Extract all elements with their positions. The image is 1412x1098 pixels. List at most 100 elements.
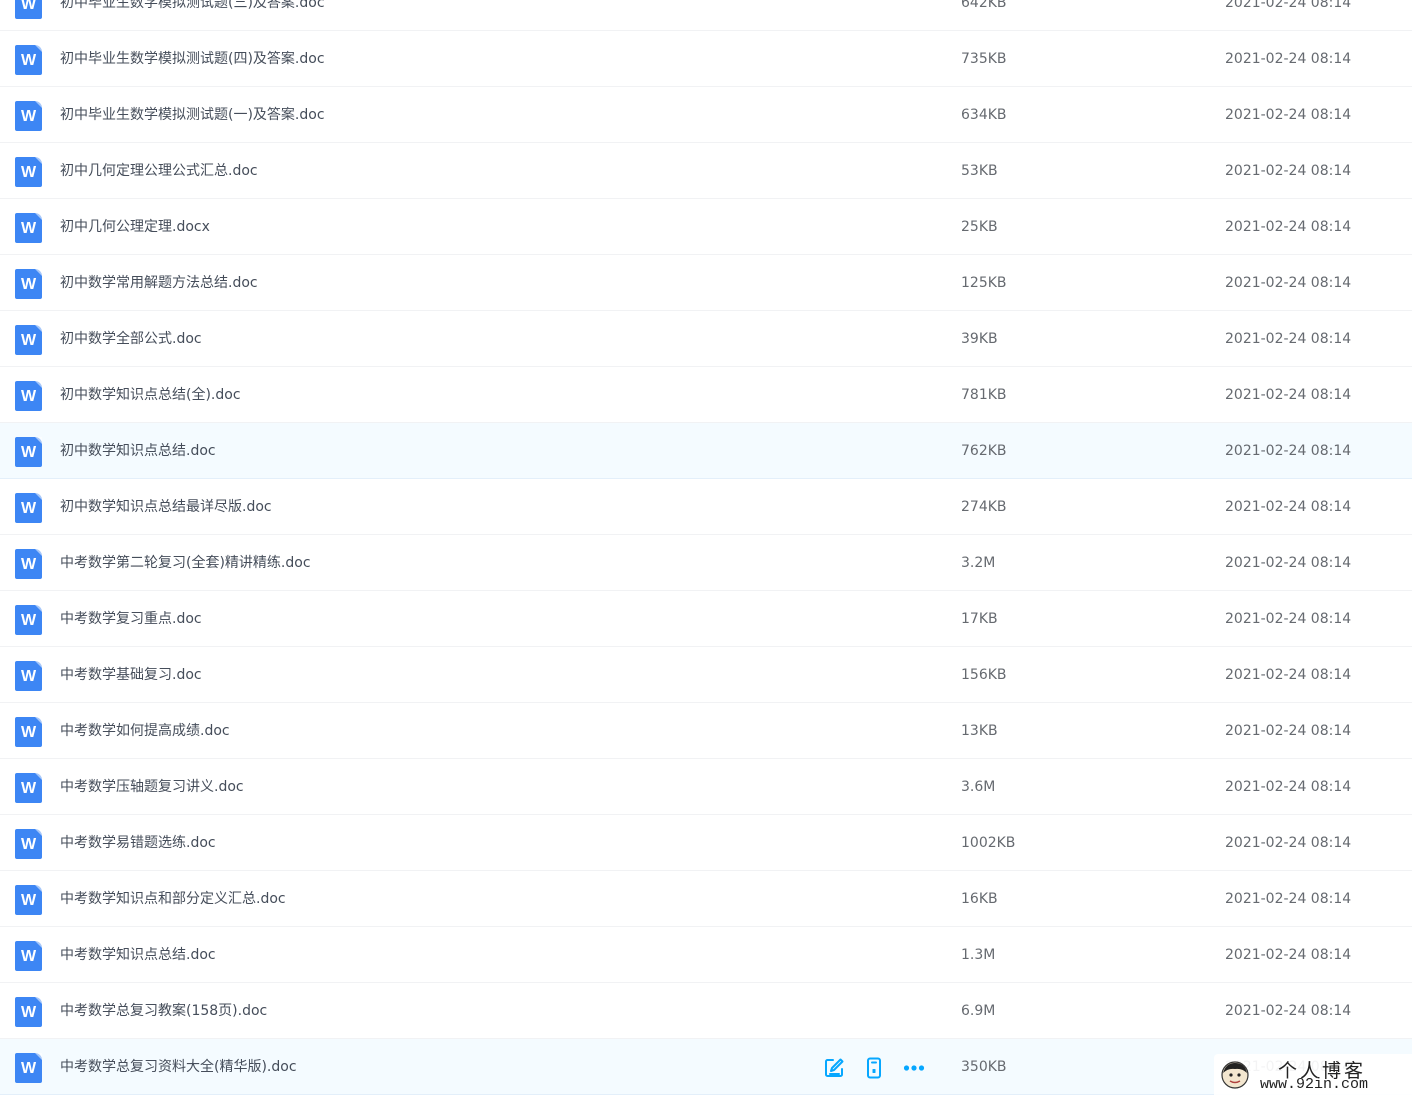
file-size: 3.2M	[961, 555, 996, 571]
file-row[interactable]: W 初中几何定理公理公式汇总.doc 53KB 2021-02-24 08:14	[0, 143, 1412, 199]
word-doc-icon: W	[15, 829, 42, 859]
file-name[interactable]: 中考数学压轴题复习讲义.doc	[60, 759, 244, 815]
word-doc-icon: W	[15, 1053, 42, 1083]
file-size: 156KB	[961, 667, 1007, 683]
watermark-url: www.92in.com	[1260, 1076, 1369, 1093]
file-name[interactable]: 初中数学常用解题方法总结.doc	[60, 255, 258, 311]
file-size: 6.9M	[961, 1003, 996, 1019]
file-row[interactable]: W 中考数学知识点总结.doc 1.3M 2021-02-24 08:14	[0, 927, 1412, 983]
file-name[interactable]: 初中几何定理公理公式汇总.doc	[60, 143, 258, 199]
file-modified-date: 2021-02-24 08:14	[1225, 555, 1352, 571]
mobile-phone-icon[interactable]	[862, 1056, 886, 1080]
file-size: 53KB	[961, 163, 998, 179]
file-modified-date: 2021-02-24 08:14	[1225, 611, 1352, 627]
file-name[interactable]: 中考数学如何提高成绩.doc	[60, 703, 230, 759]
file-modified-date: 2021-02-24 08:14	[1225, 779, 1352, 795]
file-name[interactable]: 初中数学知识点总结.doc	[60, 423, 216, 479]
word-doc-icon: W	[15, 941, 42, 971]
file-size: 735KB	[961, 51, 1007, 67]
file-row[interactable]: W 初中数学知识点总结(全).doc 781KB 2021-02-24 08:1…	[0, 367, 1412, 423]
file-row[interactable]: W 初中毕业生数学模拟测试题(一)及答案.doc 634KB 2021-02-2…	[0, 87, 1412, 143]
file-modified-date: 2021-02-24 08:14	[1225, 891, 1352, 907]
file-size: 1002KB	[961, 835, 1016, 851]
file-name[interactable]: 中考数学基础复习.doc	[60, 647, 202, 703]
word-doc-icon: W	[15, 549, 42, 579]
file-row[interactable]: W 中考数学压轴题复习讲义.doc 3.6M 2021-02-24 08:14	[0, 759, 1412, 815]
file-modified-date: 2021-02-24 08:14	[1225, 107, 1352, 123]
file-size: 17KB	[961, 611, 998, 627]
word-doc-icon: W	[15, 213, 42, 243]
file-row[interactable]: W 中考数学易错题选练.doc 1002KB 2021-02-24 08:14	[0, 815, 1412, 871]
file-size: 3.6M	[961, 779, 996, 795]
word-doc-icon: W	[15, 269, 42, 299]
file-modified-date: 2021-02-24 08:14	[1225, 275, 1352, 291]
file-row[interactable]: W 初中数学知识点总结最详尽版.doc 274KB 2021-02-24 08:…	[0, 479, 1412, 535]
file-name[interactable]: 初中几何公理定理.docx	[60, 199, 210, 255]
file-modified-date: 2021-02-24 08:14	[1225, 51, 1352, 67]
file-name[interactable]: 初中毕业生数学模拟测试题(一)及答案.doc	[60, 87, 325, 143]
word-doc-icon: W	[15, 773, 42, 803]
file-modified-date: 2021-02-24 08:14	[1225, 443, 1352, 459]
blog-watermark: 个人博客 www.92in.com	[1214, 1054, 1412, 1098]
file-name[interactable]: 中考数学总复习资料大全(精华版).doc	[60, 1039, 297, 1095]
file-size: 16KB	[961, 891, 998, 907]
file-name[interactable]: 初中毕业生数学模拟测试题(四)及答案.doc	[60, 31, 325, 87]
file-modified-date: 2021-02-24 08:14	[1225, 219, 1352, 235]
word-doc-icon: W	[15, 437, 42, 467]
file-row[interactable]: W 中考数学第二轮复习(全套)精讲精练.doc 3.2M 2021-02-24 …	[0, 535, 1412, 591]
file-modified-date: 2021-02-24 08:14	[1225, 499, 1352, 515]
file-modified-date: 2021-02-24 08:14	[1225, 947, 1352, 963]
file-size: 274KB	[961, 499, 1007, 515]
file-row[interactable]: W 中考数学复习重点.doc 17KB 2021-02-24 08:14	[0, 591, 1412, 647]
file-modified-date: 2021-02-24 08:14	[1225, 835, 1352, 851]
file-name[interactable]: 初中数学全部公式.doc	[60, 311, 202, 367]
file-row[interactable]: W 初中几何公理定理.docx 25KB 2021-02-24 08:14	[0, 199, 1412, 255]
word-doc-icon: W	[15, 0, 42, 19]
file-row[interactable]: W 中考数学基础复习.doc 156KB 2021-02-24 08:14	[0, 647, 1412, 703]
file-list: W 初中毕业生数学模拟测试题(三)及答案.doc 642KB 2021-02-2…	[0, 0, 1412, 1095]
word-doc-icon: W	[15, 45, 42, 75]
file-row[interactable]: W 初中数学全部公式.doc 39KB 2021-02-24 08:14	[0, 311, 1412, 367]
file-row[interactable]: W 初中毕业生数学模拟测试题(四)及答案.doc 735KB 2021-02-2…	[0, 31, 1412, 87]
file-modified-date: 2021-02-24 08:14	[1225, 331, 1352, 347]
word-doc-icon: W	[15, 661, 42, 691]
file-modified-date: 2021-02-24 08:14	[1225, 163, 1352, 179]
more-dots-icon[interactable]	[902, 1056, 926, 1080]
file-row[interactable]: W 中考数学总复习教案(158页).doc 6.9M 2021-02-24 08…	[0, 983, 1412, 1039]
avatar-icon	[1221, 1061, 1249, 1089]
file-size: 634KB	[961, 107, 1007, 123]
file-size: 781KB	[961, 387, 1007, 403]
file-row[interactable]: W 初中毕业生数学模拟测试题(三)及答案.doc 642KB 2021-02-2…	[0, 0, 1412, 31]
file-row-hovered[interactable]: W 中考数学总复习资料大全(精华版).doc 350KB 2021-02-24 …	[0, 1039, 1412, 1095]
file-name[interactable]: 中考数学知识点总结.doc	[60, 927, 216, 983]
word-doc-icon: W	[15, 717, 42, 747]
file-row[interactable]: W 中考数学知识点和部分定义汇总.doc 16KB 2021-02-24 08:…	[0, 871, 1412, 927]
word-doc-icon: W	[15, 997, 42, 1027]
file-name[interactable]: 初中数学知识点总结(全).doc	[60, 367, 241, 423]
file-modified-date: 2021-02-24 08:14	[1225, 667, 1352, 683]
file-modified-date: 2021-02-24 08:14	[1225, 1003, 1352, 1019]
file-row-highlighted[interactable]: W 初中数学知识点总结.doc 762KB 2021-02-24 08:14	[0, 423, 1412, 479]
file-size: 1.3M	[961, 947, 996, 963]
row-hover-actions	[822, 1056, 926, 1080]
word-doc-icon: W	[15, 885, 42, 915]
file-name[interactable]: 初中毕业生数学模拟测试题(三)及答案.doc	[60, 0, 325, 31]
file-modified-date: 2021-02-24 08:14	[1225, 0, 1352, 11]
file-name[interactable]: 初中数学知识点总结最详尽版.doc	[60, 479, 272, 535]
file-size: 39KB	[961, 331, 998, 347]
file-row[interactable]: W 初中数学常用解题方法总结.doc 125KB 2021-02-24 08:1…	[0, 255, 1412, 311]
file-name[interactable]: 中考数学知识点和部分定义汇总.doc	[60, 871, 286, 927]
file-modified-date: 2021-02-24 08:14	[1225, 723, 1352, 739]
file-modified-date: 2021-02-24 08:14	[1225, 387, 1352, 403]
file-size: 25KB	[961, 219, 998, 235]
file-name[interactable]: 中考数学总复习教案(158页).doc	[60, 983, 267, 1039]
file-size: 125KB	[961, 275, 1007, 291]
file-name[interactable]: 中考数学第二轮复习(全套)精讲精练.doc	[60, 535, 311, 591]
file-name[interactable]: 中考数学易错题选练.doc	[60, 815, 216, 871]
word-doc-icon: W	[15, 493, 42, 523]
file-name[interactable]: 中考数学复习重点.doc	[60, 591, 202, 647]
edit-icon[interactable]	[822, 1056, 846, 1080]
file-row[interactable]: W 中考数学如何提高成绩.doc 13KB 2021-02-24 08:14	[0, 703, 1412, 759]
word-doc-icon: W	[15, 381, 42, 411]
word-doc-icon: W	[15, 325, 42, 355]
